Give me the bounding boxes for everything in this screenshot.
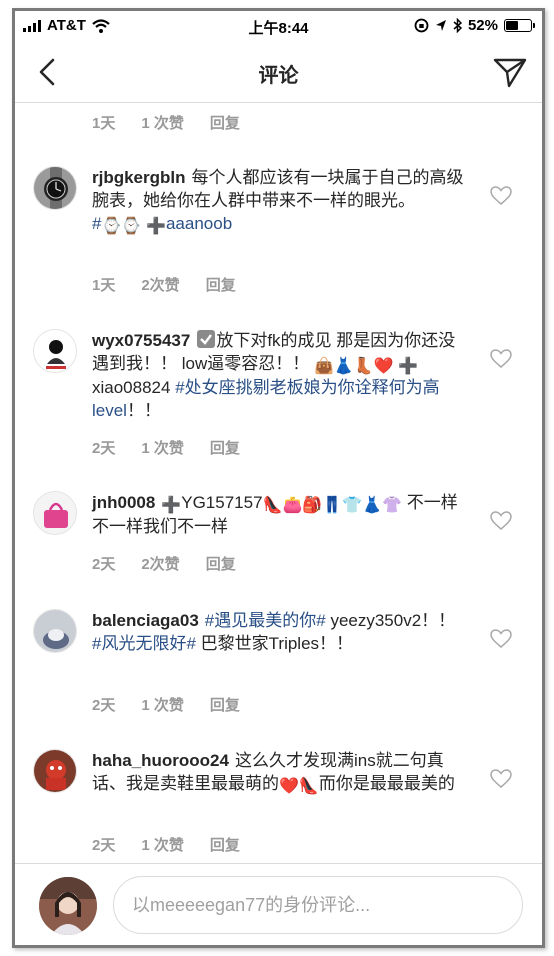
share-button[interactable] [492,55,528,89]
user-mention[interactable]: YG157157 [181,493,262,512]
battery-fill [506,21,519,30]
like-heart-icon[interactable] [490,511,512,531]
battery-icon [504,19,535,32]
comment-composer [15,863,542,945]
comment-username[interactable]: haha_huorooo24 [92,751,229,770]
comment-input[interactable] [113,876,523,934]
comment-time: 1天 [92,277,116,294]
like-heart-icon[interactable] [490,629,512,649]
like-heart-icon[interactable] [490,349,512,369]
reply-button[interactable]: 回复 [210,834,240,855]
comment-time: 1天 [92,115,116,132]
like-count[interactable]: 1 次赞 [141,112,184,133]
reply-button[interactable]: 回复 [210,694,240,715]
reply-button[interactable]: 回复 [210,437,240,458]
reply-button[interactable]: 回复 [206,274,236,295]
emoji-group: ❤️👠 [279,778,319,795]
comment-meta: 2天 2次赞 回复 [92,553,236,574]
phone-screen: AT&T 上午8:44 52% 评论 1天 1 次赞 回复 rjbgkergbl… [12,8,545,948]
location-icon [435,20,446,31]
comment-username[interactable]: balenciaga03 [92,611,199,630]
status-bar: AT&T 上午8:44 52% [15,11,542,41]
comment-time: 2天 [92,697,116,714]
emoji-watch: ⌚⌚ [101,218,142,235]
comment-time: 2天 [92,440,116,457]
emoji-group: 👜👗👢❤️ [313,358,394,375]
battery-percent: 52% [467,17,498,34]
like-heart-icon[interactable] [490,769,512,789]
like-count[interactable]: 2次赞 [141,553,179,574]
avatar[interactable] [33,491,77,535]
comment-meta: 2天 1 次赞 回复 [92,834,240,855]
check-square-icon [197,330,216,348]
reply-button[interactable]: 回复 [210,112,240,133]
comment-time: 2天 [92,556,116,573]
hashtag[interactable]: #风光无限好# [92,634,196,653]
current-user-avatar [39,877,97,935]
comment-username[interactable]: wyx0755437 [92,331,190,350]
avatar[interactable] [33,329,77,373]
like-heart-icon[interactable] [490,186,512,206]
reply-button[interactable]: 回复 [206,553,236,574]
bluetooth-icon [453,18,462,33]
comment-text: haha_huorooo24 这么久才发现满ins就二句真话、我是卖鞋里最最萌的❤… [92,751,455,795]
like-count[interactable]: 1 次赞 [141,834,184,855]
comment-text: jnh0008 ➕YG157157👠👛🎒👖👕👗👚 不一样不一样我们不一样 [92,493,458,536]
avatar[interactable] [33,609,77,653]
navigation-bar: 评论 [15,41,542,103]
comment-text: rjbgkergbln 每个人都应该有一块属于自己的高级腕表，她给你在人群中带来不… [92,168,464,235]
comment-text: balenciaga03 #遇见最美的你# yeezy350v2！！ #风光无限好… [92,611,456,653]
avatar[interactable] [33,749,77,793]
comment-time: 2天 [92,837,116,854]
comment-text: wyx0755437 放下对fk的成见 那是因为你还没遇到我！！ low逼零容忍！… [92,330,456,420]
comment-username[interactable]: jnh0008 [92,493,155,512]
comment-list[interactable]: 1天 1 次赞 回复 rjbgkergbln 每个人都应该有一块属于自己的高级腕表… [15,104,542,862]
avatar[interactable] [33,166,77,210]
user-mention[interactable]: aaanoob [166,214,232,233]
like-count[interactable]: 1 次赞 [141,437,184,458]
orientation-lock-icon [414,18,429,33]
hashtag[interactable]: # [92,214,101,233]
hashtag[interactable]: #遇见最美的你# [205,611,326,630]
like-count[interactable]: 1 次赞 [141,694,184,715]
comment-meta: 2天 1 次赞 回复 [92,694,240,715]
emoji-group: 👠👛🎒👖👕👗👚 [262,497,402,514]
page-title: 评论 [258,65,299,87]
like-count[interactable]: 2次赞 [141,274,179,295]
user-mention[interactable]: xiao08824 [92,378,170,397]
comment-meta: 1天 1 次赞 回复 [92,112,240,133]
comment-meta: 1天 2次赞 回复 [92,274,236,295]
comment-username[interactable]: rjbgkergbln [92,168,186,187]
comment-meta: 2天 1 次赞 回复 [92,437,240,458]
